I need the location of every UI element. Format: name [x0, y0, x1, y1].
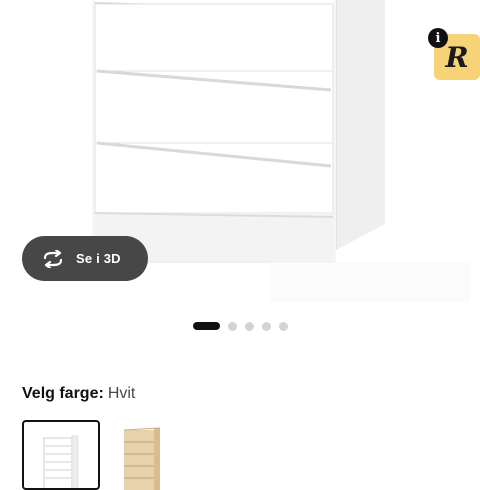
carousel-dot-4[interactable]: [261, 321, 271, 331]
rotate-3d-icon: [40, 249, 66, 269]
view-in-3d-label: Se i 3D: [76, 251, 121, 266]
white-dresser-thumbnail: [43, 435, 79, 488]
view-in-3d-button[interactable]: Se i 3D: [22, 236, 148, 281]
carousel-dot-1[interactable]: [192, 322, 220, 330]
carousel-dot-5[interactable]: [278, 321, 288, 331]
carousel-dot-3[interactable]: [244, 321, 254, 331]
carousel-dot-2[interactable]: [227, 321, 237, 331]
color-value: Hvit: [107, 385, 136, 402]
carousel-pagination: [0, 321, 480, 331]
product-badge[interactable]: R i: [428, 28, 480, 80]
color-label: Velg farge:: [22, 385, 104, 402]
color-selection: Velg farge: Hvit: [22, 383, 135, 405]
info-icon[interactable]: i: [428, 28, 448, 48]
